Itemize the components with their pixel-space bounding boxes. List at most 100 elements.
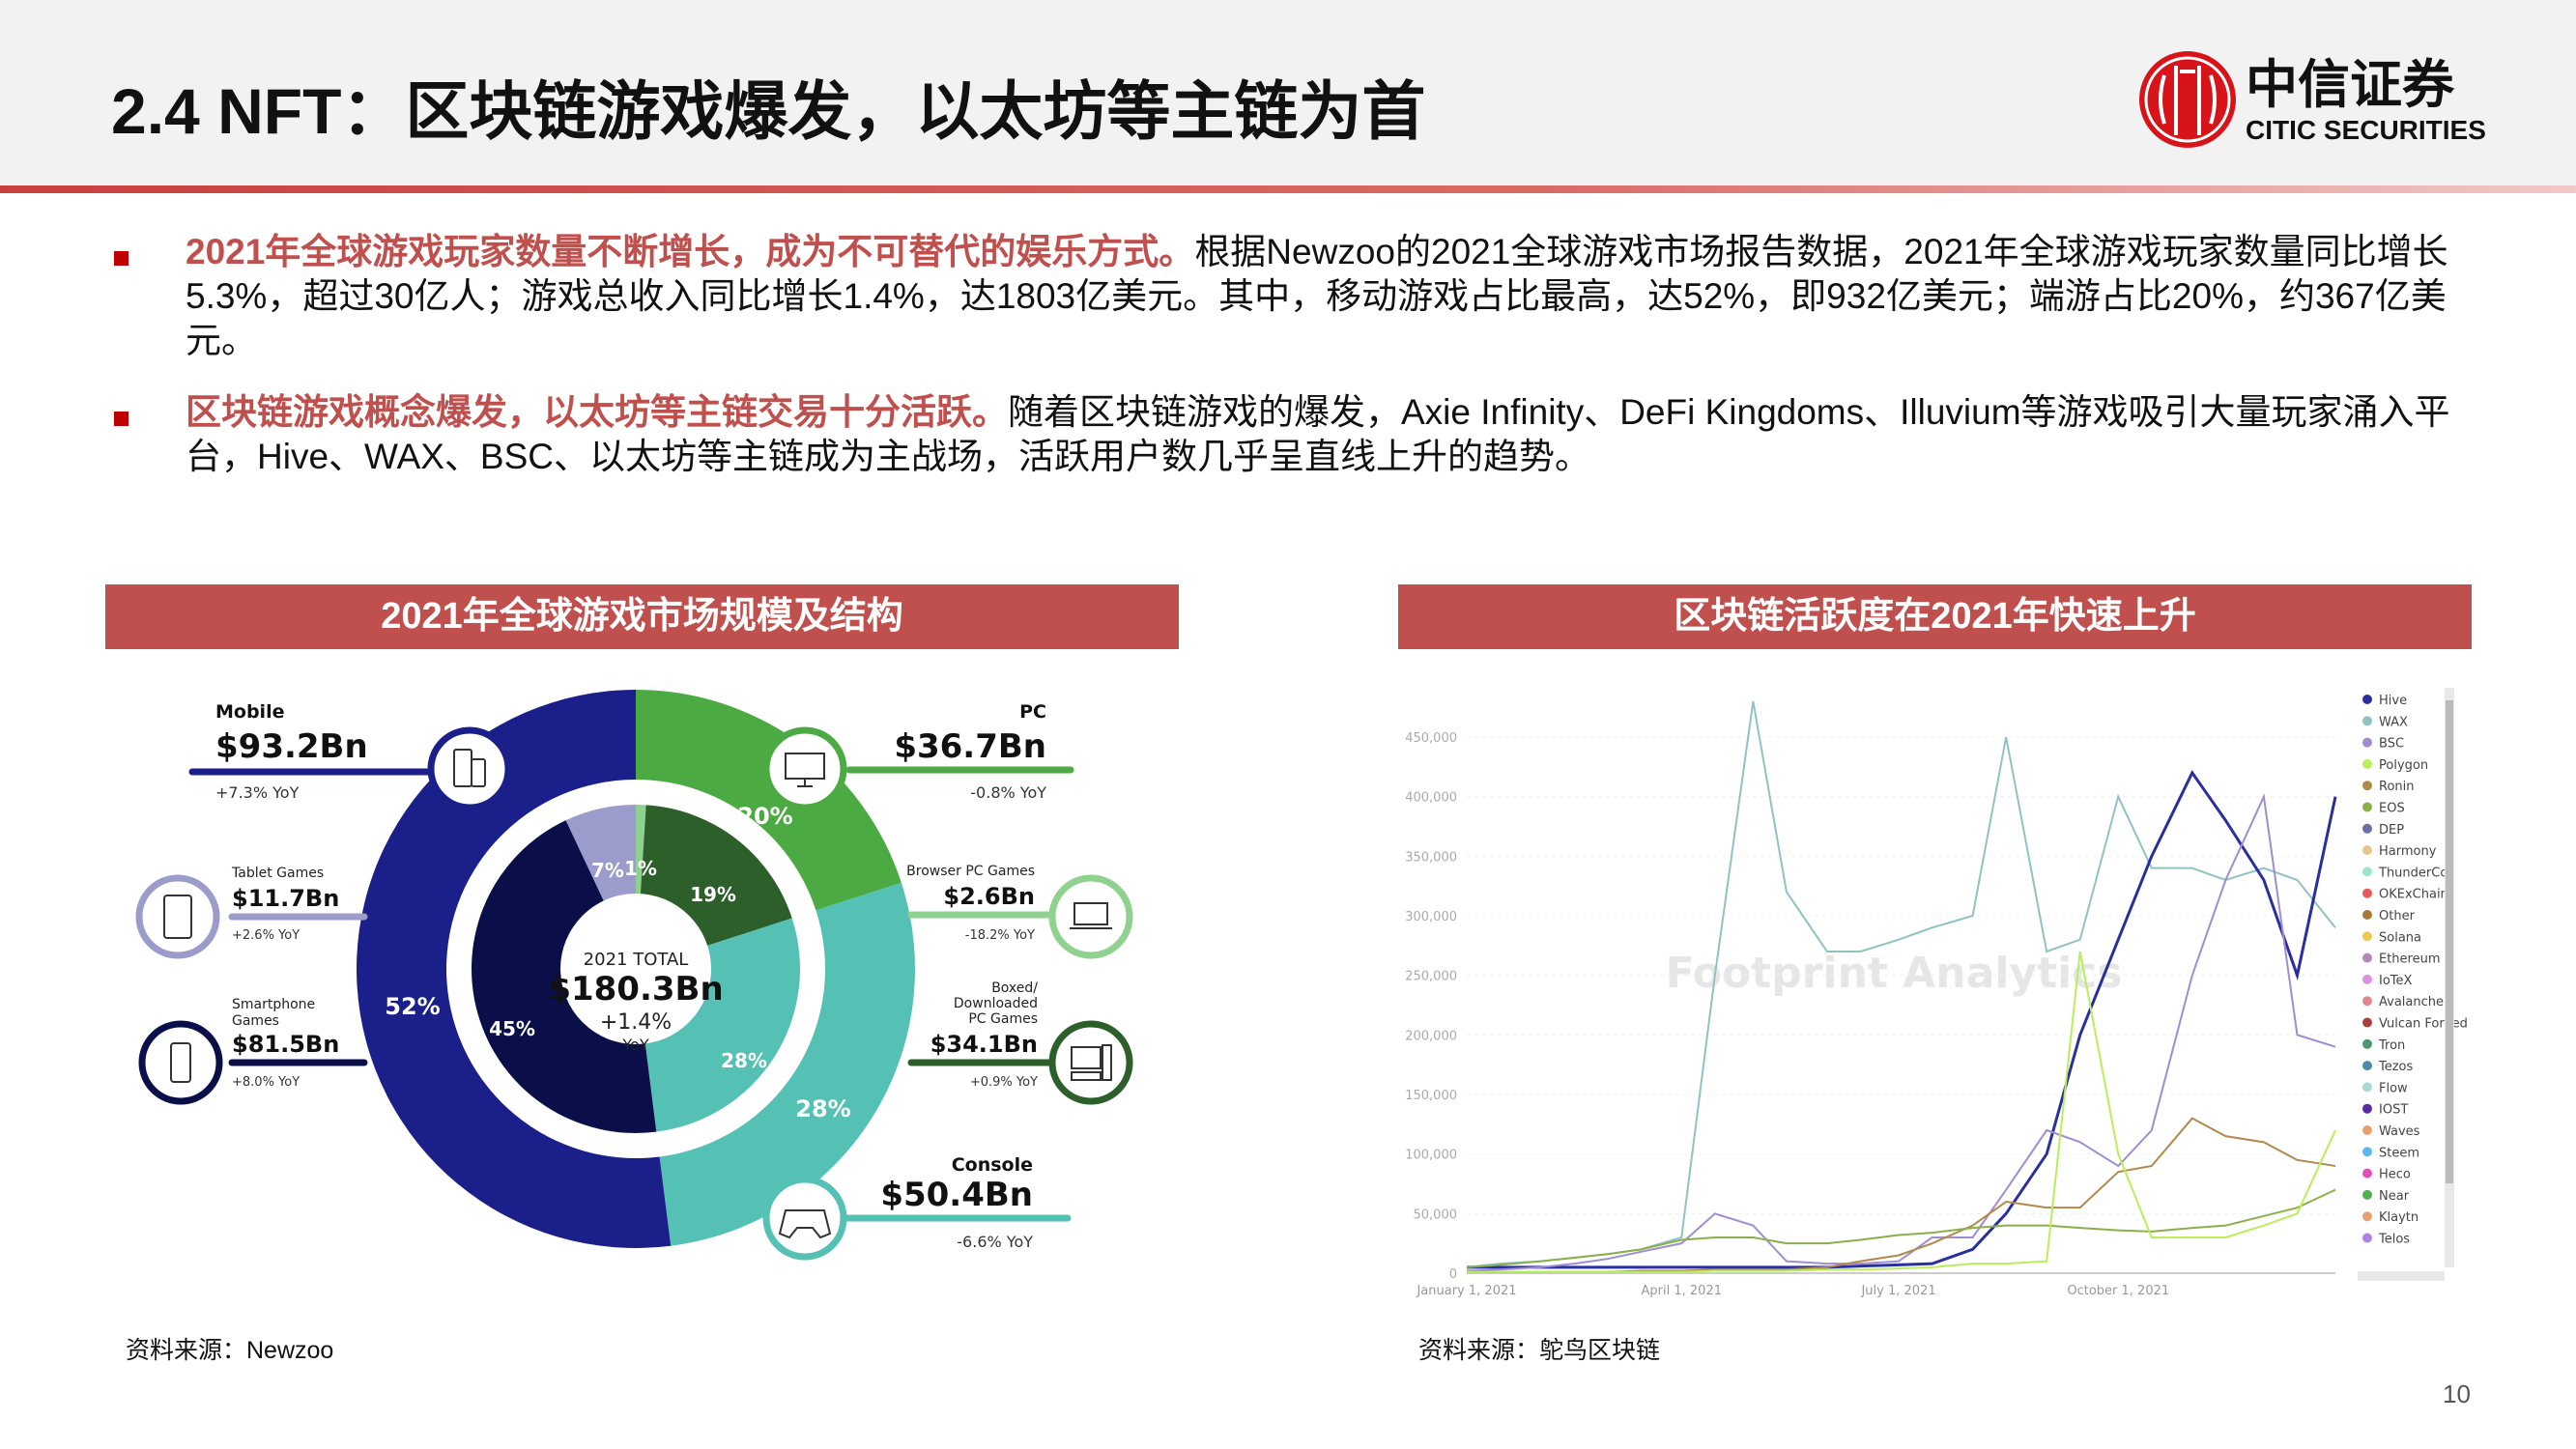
callout-name: Console	[952, 1154, 1033, 1176]
legend-marker	[2362, 1038, 2372, 1049]
legend-marker	[2362, 802, 2372, 812]
donut-chart: 52% 20% 28% 45% 7% 1% 19% 28% 2021 TOTAL$180.3Bn…	[135, 690, 1133, 1261]
legend-marker	[2362, 1125, 2372, 1135]
legend-marker	[2362, 1017, 2372, 1028]
callout-name: Mobile	[215, 701, 284, 723]
legend-marker	[2362, 758, 2372, 769]
percent-label: 45%	[489, 1017, 535, 1040]
legend-item: IoTeX	[2379, 974, 2413, 988]
legend-item: Vulcan Forged	[2379, 1017, 2468, 1032]
legend-item: WAX	[2379, 715, 2408, 729]
tablet-icon	[135, 874, 220, 959]
callout-name: Downloaded	[954, 996, 1038, 1011]
legend-item: Tron	[2378, 1038, 2405, 1053]
legend-item: Ethereum	[2379, 952, 2441, 967]
percent-label: 20%	[737, 803, 792, 830]
gamepad-icon	[762, 1176, 847, 1261]
percent-label: 19%	[690, 883, 736, 906]
center-yoy-unit: YoY	[621, 1036, 648, 1054]
legend-item: EOS	[2379, 802, 2405, 816]
callout-value: $93.2Bn	[215, 727, 368, 766]
series-line-ronin	[1467, 1117, 2336, 1273]
percent-label: 28%	[721, 1049, 767, 1072]
callout-value: $34.1Bn	[930, 1031, 1038, 1058]
x-tick-label: July 1, 2021	[1860, 1284, 1935, 1298]
legend-item: Harmony	[2379, 844, 2437, 859]
legend-marker	[2362, 781, 2372, 791]
callout-yoy: +0.9% YoY	[970, 1075, 1038, 1090]
right-source: 资料来源：鸵鸟区块链	[1418, 1337, 1661, 1364]
legend-marker	[2362, 1147, 2372, 1157]
legend-marker	[2362, 974, 2372, 984]
phone-tablet-icon	[427, 726, 512, 811]
legend-item: Heco	[2379, 1168, 2411, 1182]
legend-item: IOST	[2379, 1103, 2408, 1118]
legend-marker	[2362, 952, 2372, 963]
legend-marker	[2362, 1103, 2372, 1114]
series-line-bsc	[1466, 793, 2336, 1272]
series-line-polygon	[1467, 951, 2336, 1273]
legend-marker	[2362, 1233, 2372, 1243]
legend-item: Flow	[2379, 1081, 2408, 1095]
legend-marker	[2362, 1061, 2372, 1071]
y-tick-label: 400,000	[1405, 791, 1457, 806]
callout-value: $11.7Bn	[232, 885, 339, 912]
callout-yoy: +7.3% YoY	[215, 783, 300, 802]
legend-marker	[2362, 716, 2372, 726]
legend-marker	[2362, 888, 2372, 898]
callout-value: $50.4Bn	[880, 1176, 1033, 1214]
legend-marker	[2362, 1168, 2372, 1179]
legend-item: Polygon	[2379, 758, 2428, 773]
left-source: 资料来源：Newzoo	[126, 1337, 334, 1364]
legend-item: Near	[2379, 1189, 2410, 1204]
callout-name: Games	[232, 1013, 279, 1029]
legend-marker	[2362, 996, 2372, 1007]
callout-yoy: +2.6% YoY	[232, 928, 300, 943]
laptop-icon	[1048, 874, 1133, 959]
legend-marker	[2362, 1211, 2372, 1222]
series-line-hive	[1467, 770, 2337, 1269]
legend-item: Telos	[2378, 1233, 2410, 1247]
legend-marker	[2362, 1189, 2372, 1200]
legend-item: Other	[2379, 909, 2416, 923]
center-total: $180.3Bn	[548, 970, 723, 1009]
legend-scrollbar-thumb[interactable]	[2446, 700, 2453, 1183]
smartphone-icon	[138, 1020, 223, 1105]
callout-name: Smartphone	[232, 997, 315, 1012]
legend-marker	[2362, 823, 2372, 834]
y-tick-label: 100,000	[1405, 1149, 1457, 1163]
monitor-icon	[762, 726, 847, 811]
callout-name: Boxed/	[991, 980, 1038, 996]
desktop-icon	[1048, 1020, 1133, 1105]
callout-value: $81.5Bn	[232, 1031, 339, 1058]
callout-value: $2.6Bn	[943, 883, 1035, 910]
legend-item: OKExChain	[2379, 888, 2448, 902]
legend-item: Tezos	[2378, 1060, 2414, 1074]
legend-item: Solana	[2379, 930, 2421, 945]
percent-label: 28%	[795, 1095, 850, 1122]
legend-item: Steem	[2379, 1146, 2419, 1160]
legend-item: DEP	[2379, 823, 2404, 838]
x-tick-label: April 1, 2021	[1642, 1284, 1722, 1298]
percent-label: 7%	[591, 859, 624, 882]
charts-canvas: 52% 20% 28% 45% 7% 1% 19% 28% 2021 TOTAL$180.3Bn…	[135, 688, 2468, 1298]
legend-item: Waves	[2379, 1124, 2420, 1139]
legend-hscrollbar[interactable]	[2358, 1271, 2445, 1281]
callout-name: Browser PC Games	[906, 864, 1035, 879]
center-label: 2021 TOTAL	[584, 950, 689, 970]
callout-value: $36.7Bn	[894, 727, 1046, 766]
legend-marker	[2362, 1082, 2372, 1093]
center-yoy: +1.4%	[600, 1010, 672, 1035]
y-tick-label: 50,000	[1414, 1208, 1458, 1222]
legend-item: Ronin	[2379, 780, 2415, 794]
y-tick-label: 200,000	[1405, 1029, 1457, 1043]
x-tick-label: October 1, 2021	[2067, 1284, 2169, 1298]
legend-marker	[2362, 910, 2372, 920]
y-tick-label: 450,000	[1405, 731, 1457, 746]
y-tick-label: 300,000	[1405, 910, 1457, 924]
percent-label: 1%	[624, 857, 657, 880]
legend-marker	[2362, 695, 2372, 704]
legend-marker	[2362, 737, 2372, 748]
legend-item: Klaytn	[2379, 1210, 2419, 1225]
callout-yoy: -6.6% YoY	[957, 1233, 1033, 1251]
